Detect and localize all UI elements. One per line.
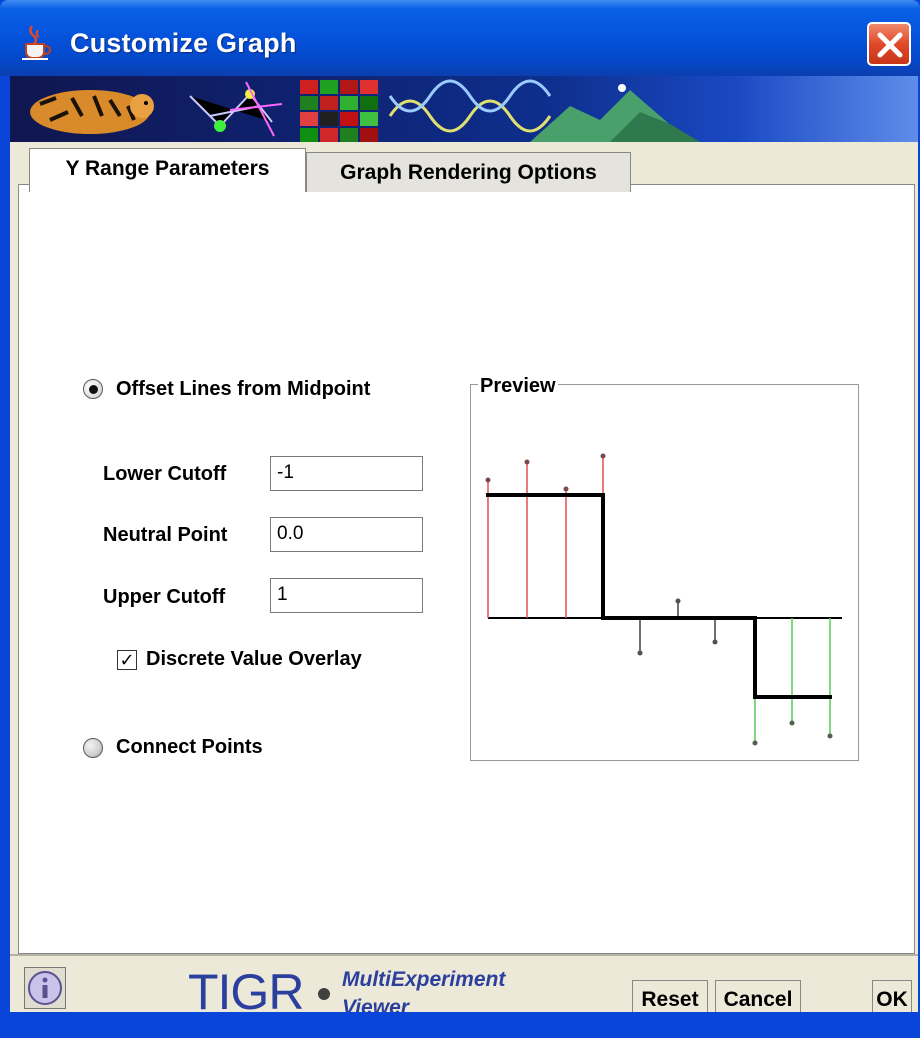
close-button[interactable] — [867, 22, 911, 66]
lower-cutoff-field[interactable]: -1 — [270, 456, 423, 491]
window-title: Customize Graph — [70, 28, 297, 58]
discrete-overlay-label: Discrete Value Overlay — [146, 648, 362, 670]
logo-subtitle-line-1: MultiExperiment — [342, 968, 506, 991]
dialog-window: Customize Graph Y Range Parameters Graph… — [0, 0, 920, 1038]
upper-cutoff-field[interactable]: 1 — [270, 578, 423, 613]
preview-graph — [485, 453, 842, 746]
upper-cutoff-label: Upper Cutoff — [103, 586, 226, 608]
footer-separator — [10, 954, 918, 956]
discrete-overlay-line — [486, 493, 832, 699]
offset-lines-label: Offset Lines from Midpoint — [116, 378, 371, 400]
title-bar[interactable]: Customize Graph — [0, 0, 920, 76]
neutral-point-label: Neutral Point — [103, 524, 228, 546]
positive-spikes — [485, 453, 606, 618]
tab-graph-rendering-options[interactable]: Graph Rendering Options — [306, 152, 631, 192]
banner-image — [10, 76, 918, 142]
neutral-spikes — [637, 598, 718, 656]
connect-points-label: Connect Points — [116, 736, 263, 758]
lower-cutoff-label: Lower Cutoff — [103, 463, 227, 485]
negative-spikes — [752, 618, 833, 746]
connect-points-radio[interactable] — [83, 738, 103, 758]
neutral-point-field[interactable]: 0.0 — [270, 517, 423, 552]
info-icon — [28, 971, 62, 1005]
tab-y-range-parameters[interactable]: Y Range Parameters — [29, 148, 306, 192]
offset-lines-radio[interactable] — [83, 379, 103, 399]
discrete-overlay-checkbox[interactable]: ✓ — [117, 650, 137, 670]
java-cup-icon — [22, 25, 52, 60]
radio-selected-dot — [89, 385, 98, 394]
window-bottom-border — [0, 1012, 920, 1038]
close-icon — [877, 32, 903, 58]
info-button[interactable] — [24, 967, 66, 1009]
logo-dot — [318, 988, 330, 1000]
